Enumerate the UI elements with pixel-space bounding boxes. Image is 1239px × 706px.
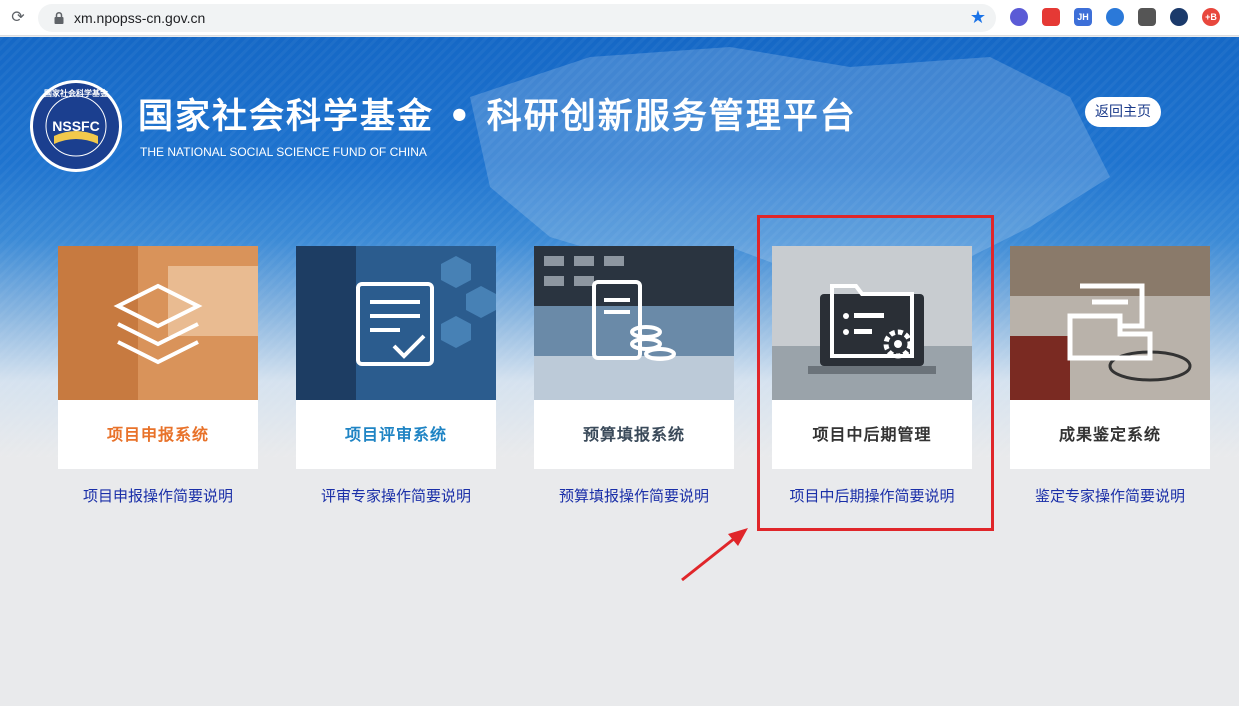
card-image-1 [58,246,258,400]
system-card-1[interactable]: 项目申报系统 [58,246,258,469]
card-title: 项目申报系统 [106,425,209,444]
card-image-3 [534,246,734,400]
operation-guide-link-5[interactable]: 鉴定专家操作简要说明 [1010,485,1210,506]
svg-text:NSSFC: NSSFC [52,118,99,134]
system-card-3[interactable]: 预算填报系统 [534,246,734,469]
site-subtitle: THE NATIONAL SOCIAL SCIENCE FUND OF CHIN… [140,145,427,159]
lock-icon [54,11,64,24]
system-card-4[interactable]: 项目中后期管理 [772,246,972,469]
operation-guide-link-2[interactable]: 评审专家操作简要说明 [296,485,496,506]
card-image-5 [1010,246,1210,400]
bookmark-star-icon[interactable]: ★ [970,7,986,29]
system-card-5[interactable]: 成果鉴定系统 [1010,246,1210,469]
check-extension-icon[interactable] [1010,8,1028,26]
jh-extension-icon[interactable]: JH [1074,8,1092,26]
return-home-button[interactable]: 返回主页 [1085,97,1161,127]
operation-guide-link-1[interactable]: 项目申报操作简要说明 [58,485,258,506]
operation-guide-link-3[interactable]: 预算填报操作简要说明 [534,485,734,506]
reload-icon[interactable]: ⟳ [8,7,28,27]
browser-toolbar: ⟳ xm.npopss-cn.gov.cn ★ JH +B [0,0,1239,36]
card-title: 项目评审系统 [344,425,447,444]
card-title: 成果鉴定系统 [1058,425,1161,444]
operation-guide-link-4[interactable]: 项目中后期操作简要说明 [772,485,972,506]
card-image-2 [296,246,496,400]
globe-extension-icon[interactable] [1170,8,1188,26]
annotation-arrow-icon [681,528,748,582]
system-card-2[interactable]: 项目评审系统 [296,246,496,469]
card-title: 项目中后期管理 [812,425,932,444]
card-image-4 [772,246,972,400]
nssfc-logo[interactable]: NSSFC 国家社会科学基金 [28,78,124,174]
address-bar[interactable]: xm.npopss-cn.gov.cn ★ [38,4,996,32]
url-text: xm.npopss-cn.gov.cn [74,10,206,26]
svg-text:国家社会科学基金: 国家社会科学基金 [44,88,109,98]
red-extension-icon[interactable] [1042,8,1060,26]
site-title: 国家社会科学基金 • 科研创新服务管理平台 [138,97,857,137]
parachute-extension-icon[interactable] [1138,8,1156,26]
card-title: 预算填报系统 [582,425,685,444]
tb-extension-icon[interactable]: +B [1202,8,1220,26]
bird-extension-icon[interactable] [1106,8,1124,26]
